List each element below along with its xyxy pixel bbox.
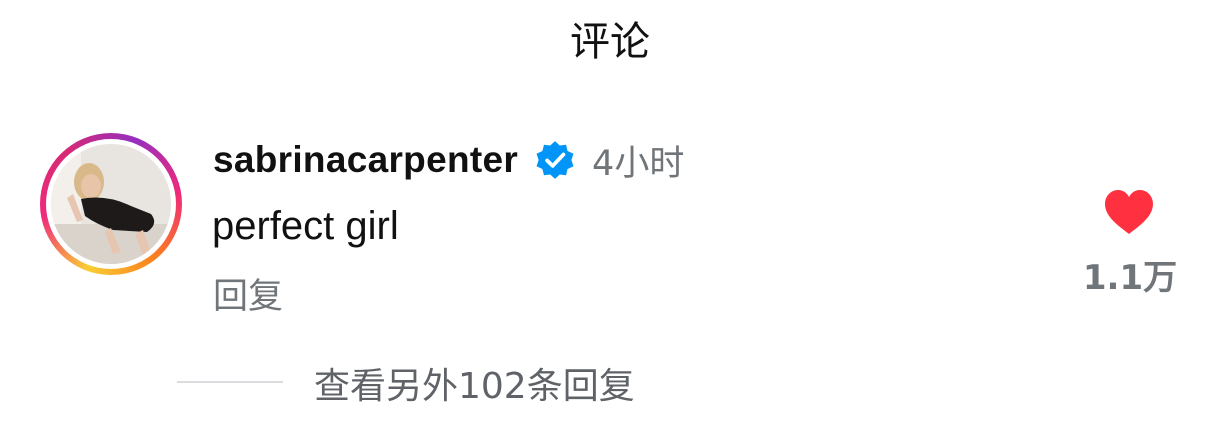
replies-divider	[177, 381, 283, 383]
comments-sheet: 评论 sabrinacarpenter 4小时 perfect girl 回复 …	[0, 0, 1220, 429]
verified-badge-icon	[536, 141, 574, 179]
reply-button[interactable]: 回复	[213, 268, 283, 319]
comment-time: 4小时	[592, 143, 685, 184]
comment-username[interactable]: sabrinacarpenter	[213, 139, 518, 181]
comment-meta-row: sabrinacarpenter 4小时	[213, 136, 684, 184]
avatar[interactable]	[40, 133, 182, 275]
view-more-replies-button[interactable]: 查看另外102条回复	[314, 357, 635, 409]
like-count: 1.1万	[1082, 258, 1178, 298]
comment-text: perfect girl	[212, 204, 399, 248]
page-title: 评论	[570, 19, 650, 65]
avatar-photo	[51, 144, 171, 264]
avatar-ring-gap	[46, 139, 176, 269]
heart-filled-icon[interactable]	[1102, 188, 1156, 236]
